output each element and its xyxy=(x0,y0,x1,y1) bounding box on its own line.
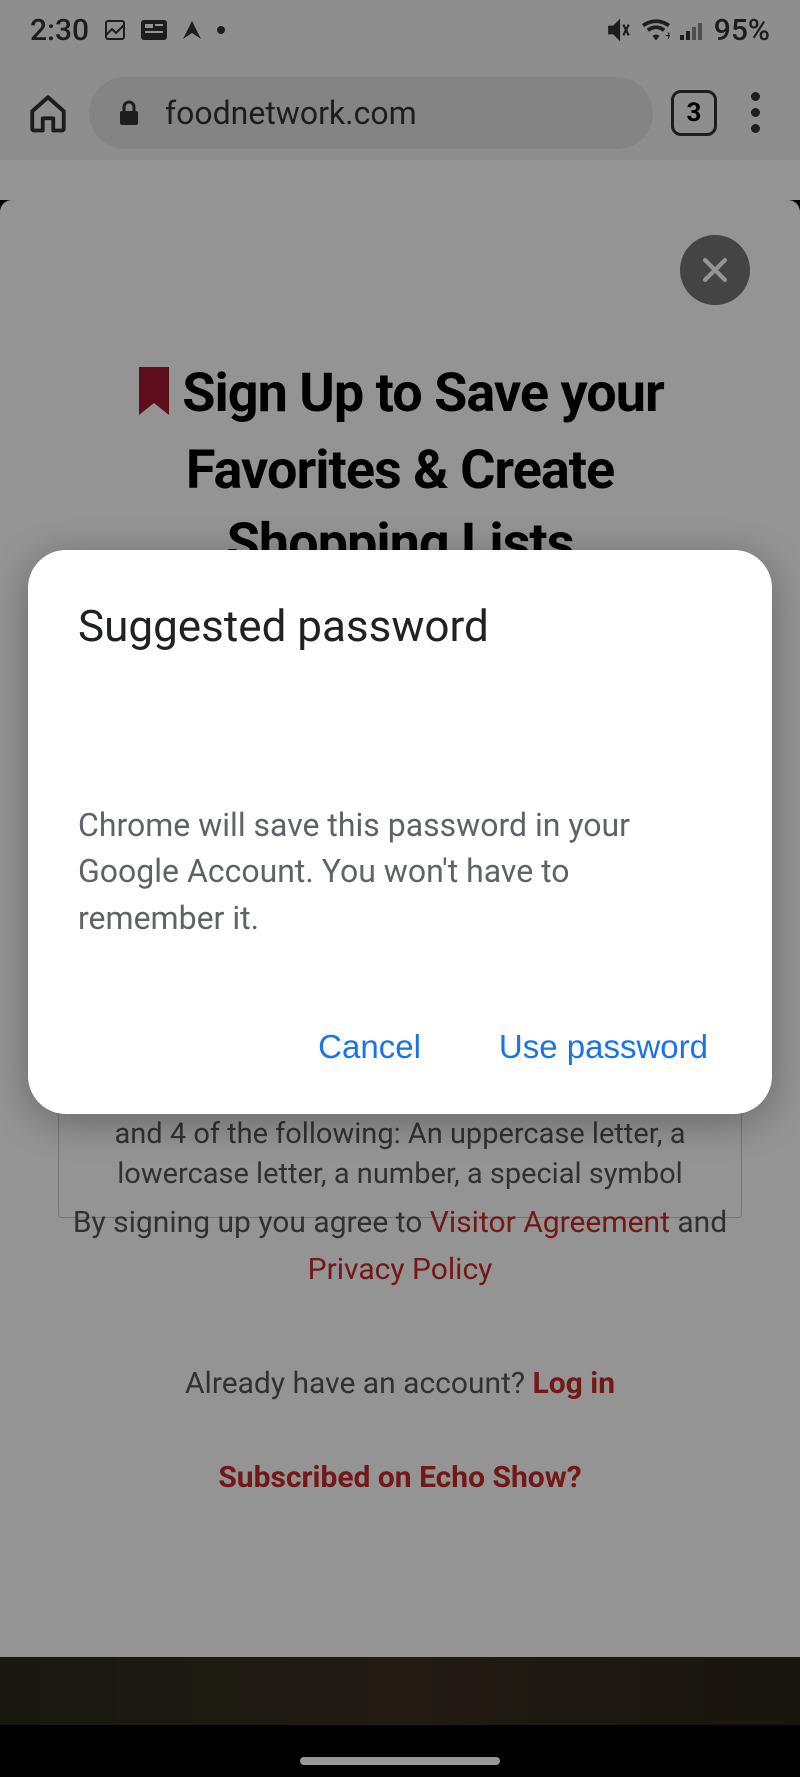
chrome-password-dialog: Suggested password Chrome will save this… xyxy=(28,550,772,1114)
dialog-body: Chrome will save this password in your G… xyxy=(78,802,722,941)
navigation-handle[interactable] xyxy=(300,1757,500,1765)
dialog-title: Suggested password xyxy=(78,600,722,652)
use-password-button[interactable]: Use password xyxy=(495,1016,712,1078)
cancel-button[interactable]: Cancel xyxy=(314,1016,425,1078)
